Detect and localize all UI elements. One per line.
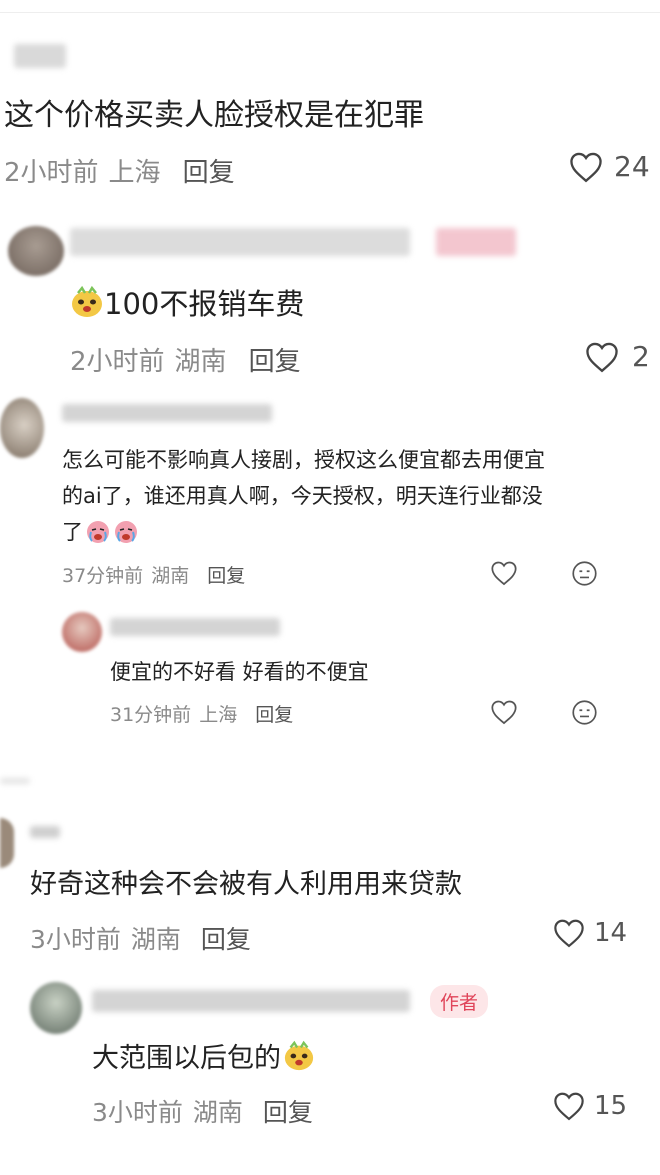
like-count: 24 xyxy=(614,150,650,183)
comment-time: 31分钟前 xyxy=(110,704,192,726)
comment-time: 3小时前 xyxy=(92,1098,183,1127)
dislike-button[interactable] xyxy=(571,699,598,726)
comment-time: 2小时前 xyxy=(4,158,99,188)
blurred-username xyxy=(70,228,410,256)
reply-button[interactable]: 回复 xyxy=(255,700,293,727)
comment-time: 3小时前 xyxy=(30,925,121,954)
face-emoji-icon xyxy=(72,285,102,317)
comment-meta: 2小时前 上海 回复 xyxy=(4,152,235,189)
comment-text-row: 大范围以后包的 xyxy=(92,1036,315,1075)
reply-button[interactable]: 回复 xyxy=(183,152,235,189)
comment-meta: 31分钟前 上海 回复 xyxy=(110,700,293,727)
author-badge: 作者 xyxy=(430,985,489,1018)
avatar xyxy=(8,226,64,276)
avatar xyxy=(62,612,102,652)
heart-icon xyxy=(491,700,517,725)
heart-icon xyxy=(554,919,584,948)
like-button[interactable]: 15 xyxy=(552,1091,627,1121)
comment-meta: 3小时前 湖南 回复 xyxy=(30,920,251,956)
like-button[interactable] xyxy=(490,560,518,586)
dislike-button[interactable] xyxy=(571,560,598,587)
reply-button[interactable]: 回复 xyxy=(263,1093,313,1129)
like-count: 15 xyxy=(594,1091,628,1121)
blurred-username xyxy=(92,990,410,1012)
avatar xyxy=(30,982,82,1034)
comment-location: 湖南 xyxy=(151,565,190,587)
comment-location: 上海 xyxy=(108,158,161,188)
like-button[interactable]: 14 xyxy=(552,918,627,948)
comment-text: 大范围以后包的 xyxy=(92,1043,281,1074)
comment-meta: 2小时前 湖南 回复 xyxy=(70,341,301,378)
comment-text: 这个价格买卖人脸授权是在犯罪 xyxy=(4,98,424,133)
heart-icon xyxy=(491,561,517,586)
like-button[interactable]: 24 xyxy=(568,150,650,183)
comment-meta: 3小时前 湖南 回复 xyxy=(92,1093,313,1129)
blurred-username xyxy=(14,44,66,68)
blurred-username xyxy=(110,618,280,636)
like-count: 2 xyxy=(632,340,650,373)
comment-text: 100不报销车费 xyxy=(104,287,305,321)
comment-text: 便宜的不好看 好看的不便宜 xyxy=(110,660,369,684)
comment-text-line: 怎么可能不影响真人接剧，授权这么便宜都去用便宜 xyxy=(62,448,545,472)
avatar xyxy=(0,818,14,868)
blurred-username xyxy=(30,826,60,838)
avatar xyxy=(0,398,44,458)
comment-text: 好奇这种会不会被有人利用用来贷款 xyxy=(30,869,462,900)
top-divider xyxy=(0,12,660,13)
neutral-face-icon xyxy=(572,561,597,586)
face-emoji-icon xyxy=(284,1040,314,1070)
crying-face-icon xyxy=(87,521,109,543)
heart-icon xyxy=(586,342,618,372)
heart-icon xyxy=(554,1092,584,1121)
reply-button[interactable]: 回复 xyxy=(249,341,301,378)
comment-location: 湖南 xyxy=(130,925,181,954)
comment-location: 湖南 xyxy=(192,1098,243,1127)
heart-icon xyxy=(570,152,602,182)
comment-text-line: 的ai了，谁还用真人啊，今天授权，明天连行业都没 xyxy=(62,484,543,508)
comment-time: 37分钟前 xyxy=(62,565,144,587)
like-button[interactable]: 2 xyxy=(584,340,650,373)
comment-meta: 37分钟前 湖南 回复 xyxy=(62,561,245,588)
comment-location: 上海 xyxy=(199,704,238,726)
comment-text: 怎么可能不影响真人接剧，授权这么便宜都去用便宜 的ai了，谁还用真人啊，今天授权… xyxy=(62,442,545,550)
like-count: 14 xyxy=(594,918,628,948)
comment-time: 2小时前 xyxy=(70,347,165,377)
comment-location: 湖南 xyxy=(174,347,227,377)
comment-text-last-row: 了 xyxy=(62,514,545,550)
neutral-face-icon xyxy=(572,700,597,725)
comment-text-line: 了 xyxy=(62,520,83,544)
blurred-username xyxy=(62,404,272,422)
like-button[interactable] xyxy=(490,699,518,725)
reply-button[interactable]: 回复 xyxy=(201,920,251,956)
comment-text-row: 100不报销车费 xyxy=(70,281,304,323)
blurred-tag xyxy=(436,228,516,256)
reply-button[interactable]: 回复 xyxy=(207,561,245,588)
blurred-divider xyxy=(0,778,30,784)
crying-face-icon xyxy=(115,521,137,543)
